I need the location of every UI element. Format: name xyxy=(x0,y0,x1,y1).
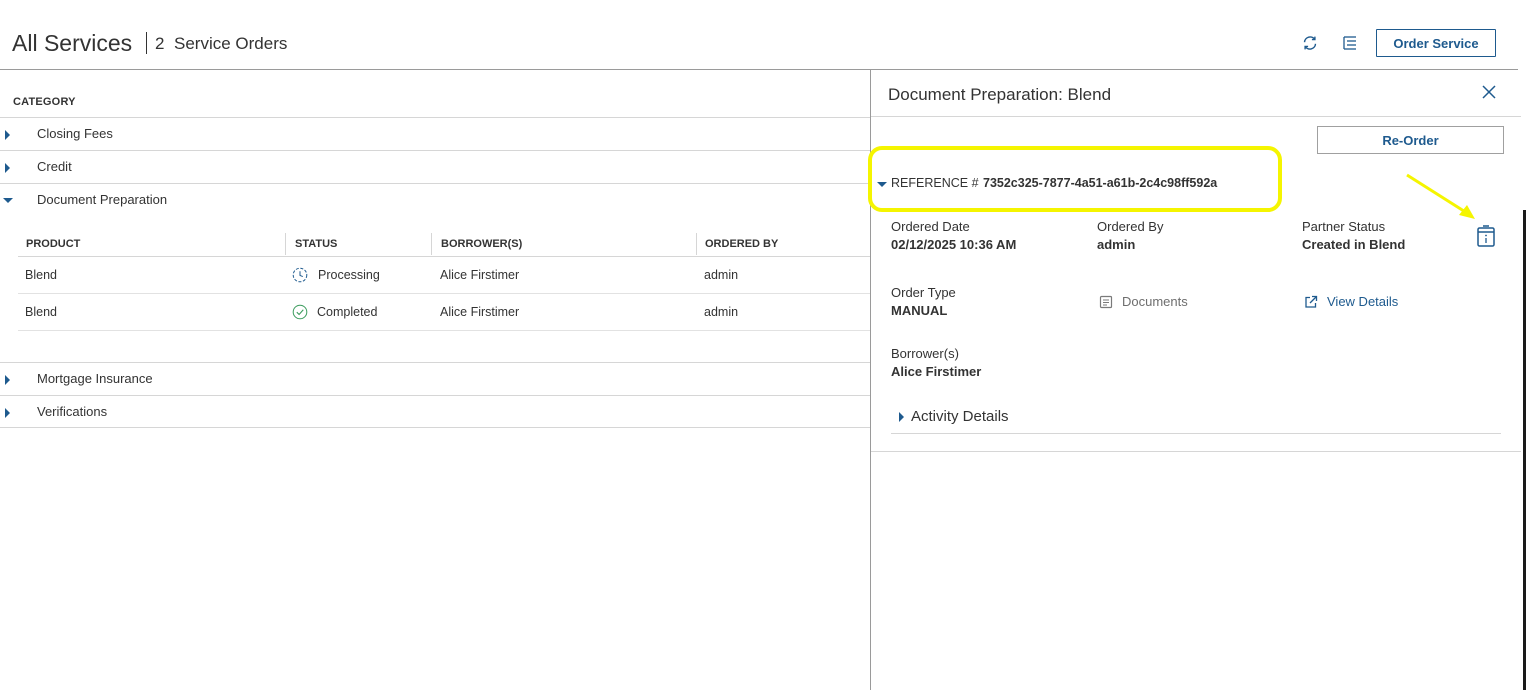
ordered-by-label: Ordered By xyxy=(1097,219,1164,234)
category-label: Mortgage Insurance xyxy=(37,371,153,386)
column-header-status: STATUS xyxy=(295,238,338,250)
table-row[interactable]: Blend Completed Alice Firstimer admin xyxy=(18,294,870,331)
divider xyxy=(871,451,1521,452)
cell-borrower: Alice Firstimer xyxy=(440,305,520,319)
info-document-icon[interactable] xyxy=(1476,224,1496,248)
cell-product: Blend xyxy=(25,268,57,282)
category-label: Verifications xyxy=(37,404,108,419)
borrowers-value: Alice Firstimer xyxy=(891,364,982,379)
documents-icon xyxy=(1099,295,1113,309)
cell-ordered-by: admin xyxy=(704,268,739,282)
order-service-button[interactable]: Order Service xyxy=(1376,29,1496,57)
table-row[interactable]: Blend Processing Alice Firstimer admin xyxy=(18,257,870,294)
cell-product: Blend xyxy=(25,305,57,319)
category-label: Closing Fees xyxy=(37,126,113,141)
arrow-annotation xyxy=(1406,173,1475,219)
ordered-date-label: Ordered Date xyxy=(891,219,970,234)
panel-title: Document Preparation: Blend xyxy=(888,85,1112,104)
order-type-label: Order Type xyxy=(891,285,956,300)
caret-right-icon xyxy=(5,130,10,140)
order-count-label: Service Orders xyxy=(174,34,288,53)
column-header-borrowers: BORROWER(S) xyxy=(441,238,523,250)
cell-status: Processing xyxy=(318,268,380,282)
caret-down-icon[interactable] xyxy=(877,182,887,187)
page-title: All Services xyxy=(12,30,133,56)
column-divider xyxy=(285,233,286,255)
external-link-icon[interactable] xyxy=(1304,295,1318,309)
caret-right-icon xyxy=(5,408,10,418)
divider xyxy=(871,116,1521,117)
column-header-product: PRODUCT xyxy=(26,238,81,250)
partner-status-label: Partner Status xyxy=(1302,219,1386,234)
cell-borrower: Alice Firstimer xyxy=(440,268,520,282)
page-header: All Services 2 Service Orders Order Serv… xyxy=(0,0,1520,70)
activity-details-toggle[interactable]: Activity Details xyxy=(911,408,1009,425)
borrowers-label: Borrower(s) xyxy=(891,346,959,361)
category-row-credit[interactable]: Credit xyxy=(0,150,870,183)
category-row-verifications[interactable]: Verifications xyxy=(0,395,870,428)
caret-right-icon xyxy=(5,163,10,173)
column-divider xyxy=(431,233,432,255)
clock-icon xyxy=(292,267,308,283)
refresh-icon[interactable] xyxy=(1301,34,1319,52)
category-label: Document Preparation xyxy=(37,192,168,207)
category-row-closing-fees[interactable]: Closing Fees xyxy=(0,117,870,150)
column-divider xyxy=(696,233,697,255)
category-column-header: CATEGORY xyxy=(13,96,76,108)
reorder-button[interactable]: Re-Order xyxy=(1317,126,1504,154)
list-settings-icon[interactable] xyxy=(1341,34,1359,52)
order-count: 2 xyxy=(155,34,165,53)
reference-value: 7352c325-7877-4a51-a61b-2c4c98ff592a xyxy=(983,176,1218,190)
reference-label: REFERENCE # xyxy=(891,176,979,190)
caret-down-icon xyxy=(3,198,13,203)
documents-link[interactable]: Documents xyxy=(1122,294,1188,309)
view-details-link[interactable]: View Details xyxy=(1327,294,1398,309)
cell-ordered-by: admin xyxy=(704,305,739,319)
title-divider xyxy=(146,32,147,54)
column-header-ordered-by: ORDERED BY xyxy=(705,238,779,250)
order-type-value: MANUAL xyxy=(891,303,948,318)
caret-right-icon[interactable] xyxy=(899,412,904,422)
category-row-document-preparation[interactable]: Document Preparation xyxy=(0,183,870,216)
cell-status: Completed xyxy=(317,305,378,319)
ordered-date-value: 02/12/2025 10:36 AM xyxy=(891,237,1017,252)
partner-status-value: Created in Blend xyxy=(1302,237,1406,252)
category-row-mortgage-insurance[interactable]: Mortgage Insurance xyxy=(0,362,870,395)
divider xyxy=(891,433,1501,434)
category-list: CATEGORY Closing Fees Credit Document Pr… xyxy=(0,70,870,690)
close-icon[interactable] xyxy=(1481,84,1497,100)
table-header: PRODUCT STATUS BORROWER(S) ORDERED BY xyxy=(18,230,870,257)
check-circle-icon xyxy=(292,304,308,320)
category-label: Credit xyxy=(37,159,72,174)
caret-right-icon xyxy=(5,375,10,385)
order-details-panel: Document Preparation: Blend Re-Order REF… xyxy=(868,70,1521,690)
ordered-by-value: admin xyxy=(1097,237,1136,252)
